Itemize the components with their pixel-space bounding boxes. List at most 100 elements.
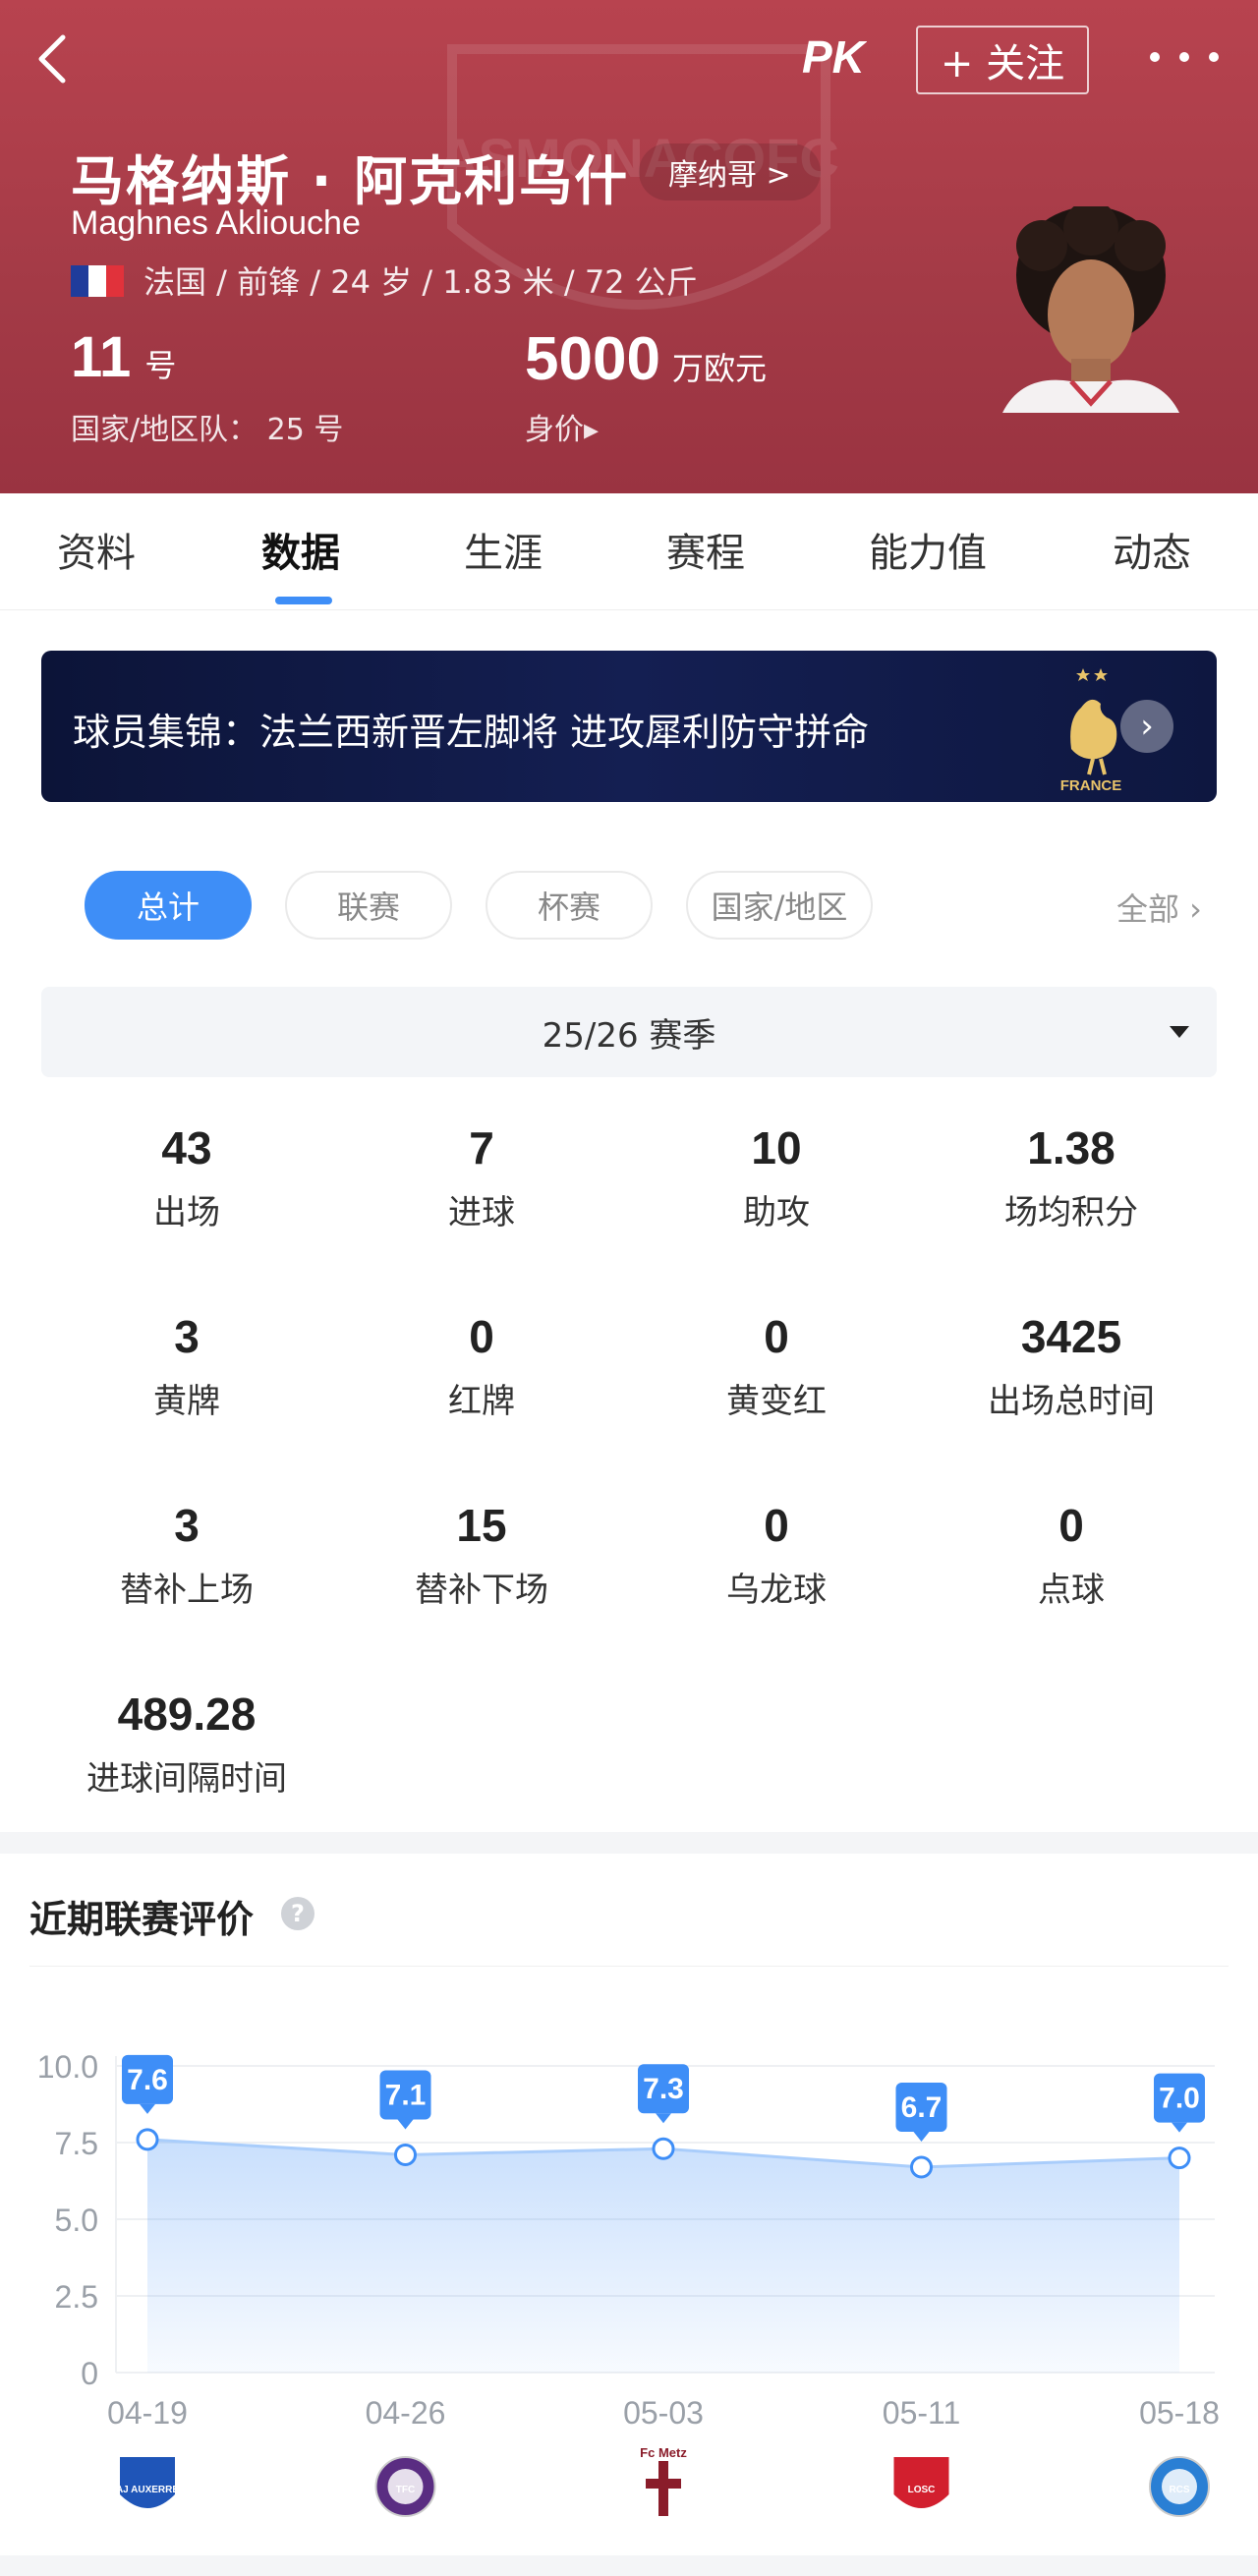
france-flag-icon [71,265,124,297]
rating-point [136,2128,159,2151]
y-tick-label: 7.5 [55,2126,98,2161]
y-tick-label: 5.0 [55,2203,98,2238]
rating-label-pointer [913,2131,930,2142]
tab-news[interactable]: 动态 [1113,521,1191,578]
stat-value: 0 [764,1500,789,1551]
player-photo [1002,206,1179,413]
filter-league[interactable]: 联赛 [285,871,452,940]
stat-value: 0 [1058,1500,1084,1551]
stat-sub-off: 15 替补下场 [334,1496,629,1611]
stat-label: 黄牌 [153,1382,220,1421]
x-tick-label: 05-18 [1139,2395,1220,2431]
stat-yellow-cards: 3 黄牌 [39,1307,334,1422]
filter-all-link[interactable]: 全部 › [1116,885,1202,930]
lille-logo-icon [893,2457,949,2508]
bottom-spacer [0,2555,1258,2576]
market-value-number: 5000 [525,325,660,393]
shirt-number: 11 号 [71,324,176,390]
rating-area [147,2139,1179,2373]
stat-label: 进球 [448,1193,515,1232]
chevron-right-icon[interactable]: › [1120,700,1173,753]
stat-label: 出场总时间 [988,1382,1155,1421]
divider [29,1966,1229,1967]
back-icon[interactable] [29,29,79,88]
stat-label: 进球间隔时间 [86,1759,287,1799]
pk-icon[interactable]: PK [798,22,867,90]
stat-value: 3425 [1020,1311,1122,1362]
shirt-number-unit: 号 [144,347,177,384]
shirt-number-value: 11 [71,325,132,389]
national-team-number: 国家/地区队： 25 号 [71,413,344,447]
svg-text:FRANCE: FRANCE [1060,777,1122,794]
rating-point [910,2155,933,2179]
stat-penalties: 0 点球 [924,1496,1219,1611]
stat-value: 3 [174,1500,200,1551]
club-link[interactable]: 摩纳哥 > [639,143,821,200]
market-value-label[interactable]: 身价▸ [525,405,599,448]
rating-label-pointer [1172,2122,1187,2133]
stat-points-per-game: 1.38 场均积分 [924,1118,1219,1233]
tab-profile[interactable]: 资料 [57,521,136,578]
tab-schedule[interactable]: 赛程 [666,521,745,578]
stat-value: 0 [764,1311,789,1362]
rating-data-label: 7.6 [127,2064,168,2096]
stat-value: 15 [456,1500,507,1551]
rating-data-label: 7.0 [1159,2083,1200,2115]
y-tick-label: 10.0 [37,2049,98,2085]
rating-data-label: 7.3 [643,2073,684,2105]
tab-ability[interactable]: 能力值 [869,521,987,578]
y-tick-label: 0 [81,2356,98,2391]
filter-cup[interactable]: 杯赛 [486,871,653,940]
stat-label: 乌龙球 [726,1571,827,1610]
stat-label: 替补上场 [120,1571,254,1610]
season-label: 25/26 赛季 [542,1015,716,1056]
stat-value: 43 [161,1122,212,1174]
stat-label: 红牌 [448,1382,515,1421]
stat-appearances: 43 出场 [39,1118,334,1233]
stat-assists: 10 助攻 [629,1118,924,1233]
stat-label: 点球 [1038,1571,1105,1610]
stat-value: 7 [469,1122,494,1174]
auxerre-logo-icon [120,2457,175,2508]
season-selector[interactable]: 25/26 赛季 [41,987,1217,1077]
rating-label-pointer [397,2119,414,2130]
stat-label: 场均积分 [1004,1193,1138,1232]
stat-minutes-per-goal: 489.28 进球间隔时间 [39,1685,334,1800]
more-icon[interactable] [1150,29,1219,85]
highlights-banner[interactable]: 球员集锦：法兰西新晋左脚将 进攻犀利防守拼命 FRANCE › [41,651,1217,802]
rating-label-pointer [140,2103,155,2114]
filter-total[interactable]: 总计 [85,871,252,940]
x-tick-label: 04-26 [366,2395,446,2431]
rating-point [394,2143,417,2166]
flag-stripe-blue [71,265,88,297]
x-tick-label: 04-19 [107,2395,188,2431]
caret-down-icon[interactable] [1170,1026,1189,1038]
stat-value: 489.28 [117,1689,257,1740]
follow-button[interactable]: + 关注 [916,26,1089,94]
tab-bar [0,493,1258,609]
stat-value: 10 [751,1122,802,1174]
auxerre-logo-icon-text: AJ AUXERRE [116,2485,179,2495]
x-tick-label: 05-11 [883,2395,960,2431]
tab-career[interactable]: 生涯 [464,521,543,578]
help-icon[interactable]: ? [281,1897,314,1930]
rating-data-label: 7.1 [385,2079,427,2111]
tab-data[interactable]: 数据 [261,521,340,578]
market-value: 5000 万欧元 [525,324,767,394]
rating-point [1168,2147,1191,2170]
x-tick-label: 05-03 [623,2395,704,2431]
toulouse-logo-icon-text: TFC [396,2485,415,2495]
stat-label: 出场 [153,1193,220,1232]
lille-logo-icon-text: LOSC [908,2485,936,2495]
stat-goals: 7 进球 [334,1118,629,1233]
stat-label: 替补下场 [415,1571,548,1610]
filter-national[interactable]: 国家/地区 [686,871,873,940]
stat-second-yellow: 0 黄变红 [629,1307,924,1422]
rating-data-label: 6.7 [901,2091,943,2124]
banner-title: 球员集锦：法兰西新晋左脚将 进攻犀利防守拼命 [73,711,870,754]
y-tick-label: 2.5 [55,2279,98,2315]
player-name-en: Maghnes Akliouche [71,204,361,242]
rating-section-title: 近期联赛评价 [29,1898,255,1941]
rating-chart: 10.0 7.5 5.0 2.5 0 7.6 04-19 AJ AUXERRE 7.1 04-26… [37,2049,1220,2517]
rating-label-pointer [656,2113,671,2124]
